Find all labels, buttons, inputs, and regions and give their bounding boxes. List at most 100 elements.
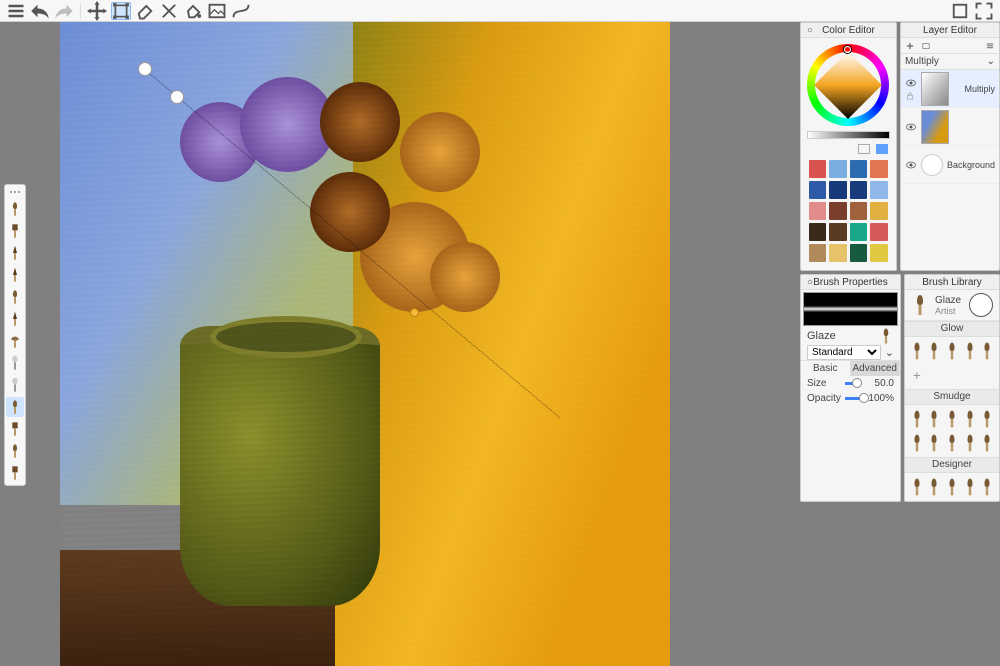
gradient-handle-mid[interactable] <box>410 308 419 317</box>
color-swatch[interactable] <box>850 202 867 220</box>
brush-library-item[interactable] <box>962 476 978 498</box>
brush-palette-item[interactable] <box>6 397 24 417</box>
color-swatch[interactable] <box>829 181 846 199</box>
color-swatch[interactable] <box>870 244 888 262</box>
color-swatch[interactable] <box>870 160 888 178</box>
brush-library-item[interactable] <box>962 432 978 454</box>
color-swatch[interactable] <box>809 244 826 262</box>
menu-icon[interactable] <box>6 2 26 20</box>
color-swatch[interactable] <box>809 181 826 199</box>
brush-library-item[interactable] <box>909 432 925 454</box>
layer-menu-icon[interactable] <box>985 41 995 51</box>
brush-palette-item[interactable] <box>6 419 24 439</box>
brush-library-item[interactable] <box>979 432 995 454</box>
canvas[interactable] <box>60 22 670 666</box>
color-swatch[interactable] <box>829 160 846 178</box>
brush-category-header[interactable]: Smudge <box>905 389 999 405</box>
hue-picker-dot[interactable] <box>844 46 851 53</box>
color-swatch[interactable] <box>850 160 867 178</box>
color-swatch[interactable] <box>870 223 888 241</box>
hue-wheel[interactable] <box>807 44 889 126</box>
brush-library-item[interactable] <box>944 340 960 362</box>
brush-library-item[interactable] <box>927 408 943 430</box>
visibility-icon[interactable] <box>905 121 917 133</box>
layer-thumb-icon[interactable] <box>921 41 931 51</box>
brush-category-header[interactable]: Designer <box>905 457 999 473</box>
add-layer-icon[interactable] <box>905 41 915 51</box>
brush-library-item[interactable] <box>909 340 925 362</box>
visibility-icon[interactable] <box>905 77 917 89</box>
brush-library-item[interactable] <box>962 340 978 362</box>
tab-advanced[interactable]: Advanced <box>851 361 901 376</box>
layer-row-image[interactable] <box>901 108 999 146</box>
brush-palette-item[interactable] <box>6 221 24 241</box>
brush-library-item[interactable] <box>979 340 995 362</box>
curve-tool-icon[interactable] <box>231 2 251 20</box>
undo-icon[interactable] <box>30 2 50 20</box>
current-brush-row[interactable]: Glaze Artist <box>905 290 999 321</box>
brush-library-item[interactable] <box>909 408 925 430</box>
color-swatch[interactable] <box>809 223 826 241</box>
brush-palette-item[interactable] <box>6 441 24 461</box>
window-icon[interactable] <box>950 2 970 20</box>
fullscreen-icon[interactable] <box>974 2 994 20</box>
brush-library-item[interactable] <box>909 476 925 498</box>
brush-library-item[interactable] <box>962 408 978 430</box>
brush-palette-item[interactable] <box>6 463 24 483</box>
brush-stroke-preview <box>803 292 898 326</box>
image-tool-icon[interactable] <box>207 2 227 20</box>
symmetry-tool-icon[interactable] <box>159 2 179 20</box>
lock-icon[interactable] <box>905 91 915 101</box>
brush-library-item[interactable] <box>979 408 995 430</box>
color-swatch[interactable] <box>829 202 846 220</box>
blend-mode-dropdown[interactable]: Multiply ⌄ <box>901 54 999 70</box>
swatch-view-grid-icon[interactable] <box>876 144 888 154</box>
brush-library-item[interactable] <box>944 432 960 454</box>
swatch-view-list-icon[interactable] <box>858 144 870 154</box>
brush-library-item[interactable] <box>944 476 960 498</box>
redo-icon[interactable] <box>54 2 74 20</box>
color-swatch[interactable] <box>850 223 867 241</box>
tab-basic[interactable]: Basic <box>801 361 851 376</box>
color-swatch[interactable] <box>870 181 888 199</box>
gradient-handle-start-inner[interactable] <box>170 90 184 104</box>
brush-palette-item[interactable] <box>6 375 24 395</box>
color-swatch[interactable] <box>870 202 888 220</box>
gradient-handle-start[interactable] <box>138 62 152 76</box>
brush-palette-item[interactable] <box>6 199 24 219</box>
color-swatch[interactable] <box>809 202 826 220</box>
layer-row-multiply[interactable]: Multiply <box>901 70 999 108</box>
fill-tool-icon[interactable] <box>183 2 203 20</box>
brush-palette-item[interactable] <box>6 243 24 263</box>
brush-palette-item[interactable] <box>6 309 24 329</box>
layer-row-background[interactable]: Background <box>901 146 999 184</box>
brush-library-item[interactable] <box>927 340 943 362</box>
pin-icon[interactable] <box>805 277 815 287</box>
visibility-icon[interactable] <box>905 159 917 171</box>
palette-drag-handle[interactable] <box>6 187 24 197</box>
color-swatch[interactable] <box>829 223 846 241</box>
transform-tool-icon[interactable] <box>111 2 131 20</box>
grayscale-ramp[interactable] <box>807 131 890 139</box>
brush-palette-item[interactable] <box>6 353 24 373</box>
brush-library-item[interactable] <box>944 408 960 430</box>
add-brush-button[interactable]: + <box>909 364 925 386</box>
brush-category-header[interactable]: Glow <box>905 321 999 337</box>
color-swatch[interactable] <box>829 244 846 262</box>
color-swatch[interactable] <box>850 244 867 262</box>
brush-palette-item[interactable] <box>6 265 24 285</box>
opacity-slider[interactable] <box>845 397 860 400</box>
saturation-diamond[interactable] <box>815 51 883 119</box>
brush-palette-item[interactable] <box>6 331 24 351</box>
pin-icon[interactable] <box>805 25 815 35</box>
brush-preset-dropdown[interactable]: Standard <box>807 345 881 360</box>
color-swatch[interactable] <box>850 181 867 199</box>
color-swatch[interactable] <box>809 160 826 178</box>
brush-library-item[interactable] <box>927 432 943 454</box>
brush-library-item[interactable] <box>927 476 943 498</box>
brush-palette-item[interactable] <box>6 287 24 307</box>
brush-library-item[interactable] <box>979 476 995 498</box>
eraser-tool-icon[interactable] <box>135 2 155 20</box>
move-tool-icon[interactable] <box>87 2 107 20</box>
size-slider[interactable] <box>845 382 860 385</box>
